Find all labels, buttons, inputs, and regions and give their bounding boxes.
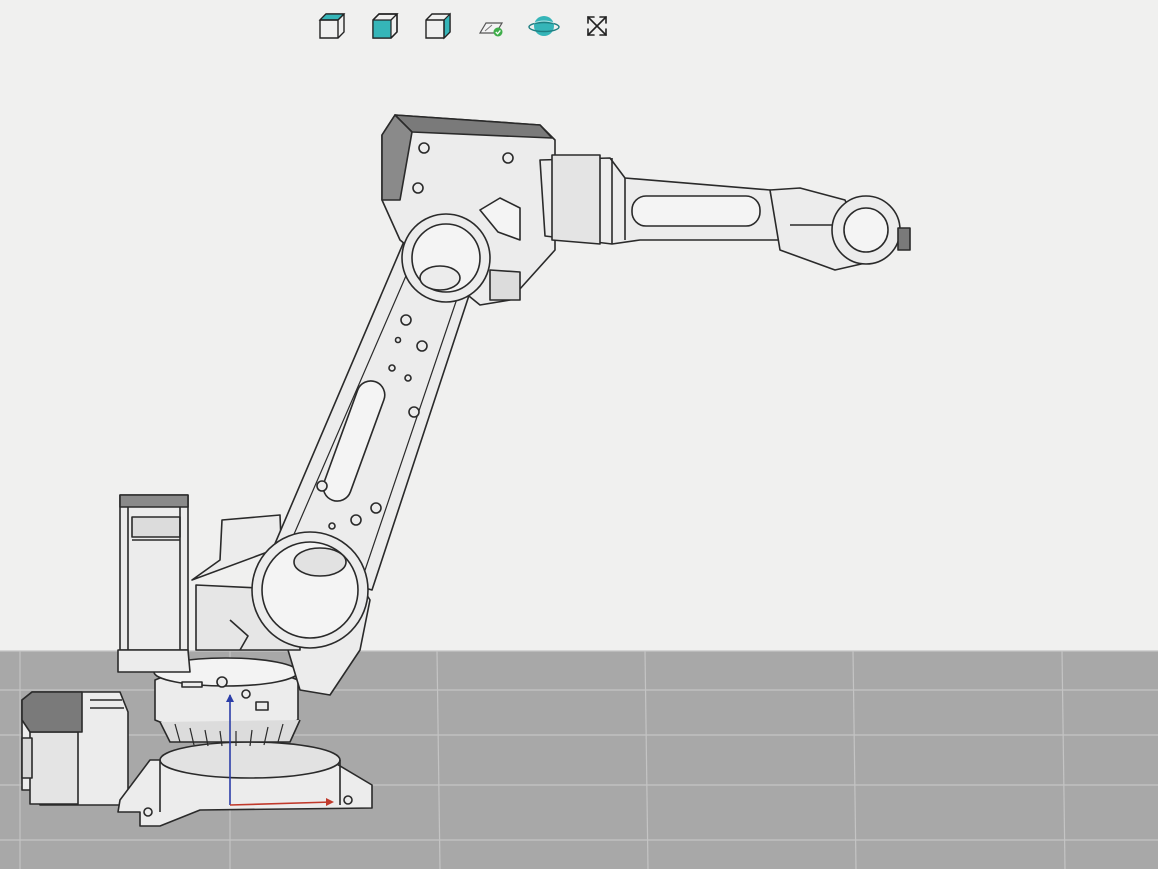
base-motor-unit (21, 691, 129, 806)
view-cube-side-button[interactable] (420, 10, 456, 42)
cube-top-face-icon (318, 13, 346, 39)
ground-plane-toggle-button[interactable] (473, 10, 509, 42)
wrist (769, 187, 911, 271)
cube-side-face-icon (425, 12, 451, 40)
view-cube-front-button[interactable] (367, 10, 403, 42)
3d-viewport[interactable] (0, 0, 1158, 869)
expand-arrows-icon (587, 16, 607, 36)
counterbalance-tower (117, 494, 191, 673)
ground-plane-check-icon (478, 22, 504, 37)
cube-front-face-icon (372, 13, 399, 39)
robot-scene[interactable] (0, 0, 1158, 869)
orbit-globe-icon (528, 16, 560, 36)
forearm (539, 154, 781, 245)
elbow-housing (381, 114, 556, 306)
view-toolbar (314, 10, 615, 42)
orbit-view-button[interactable] (526, 10, 562, 42)
fullscreen-button[interactable] (579, 10, 615, 42)
shoulder-joint (251, 531, 369, 649)
view-cube-top-button[interactable] (314, 10, 350, 42)
